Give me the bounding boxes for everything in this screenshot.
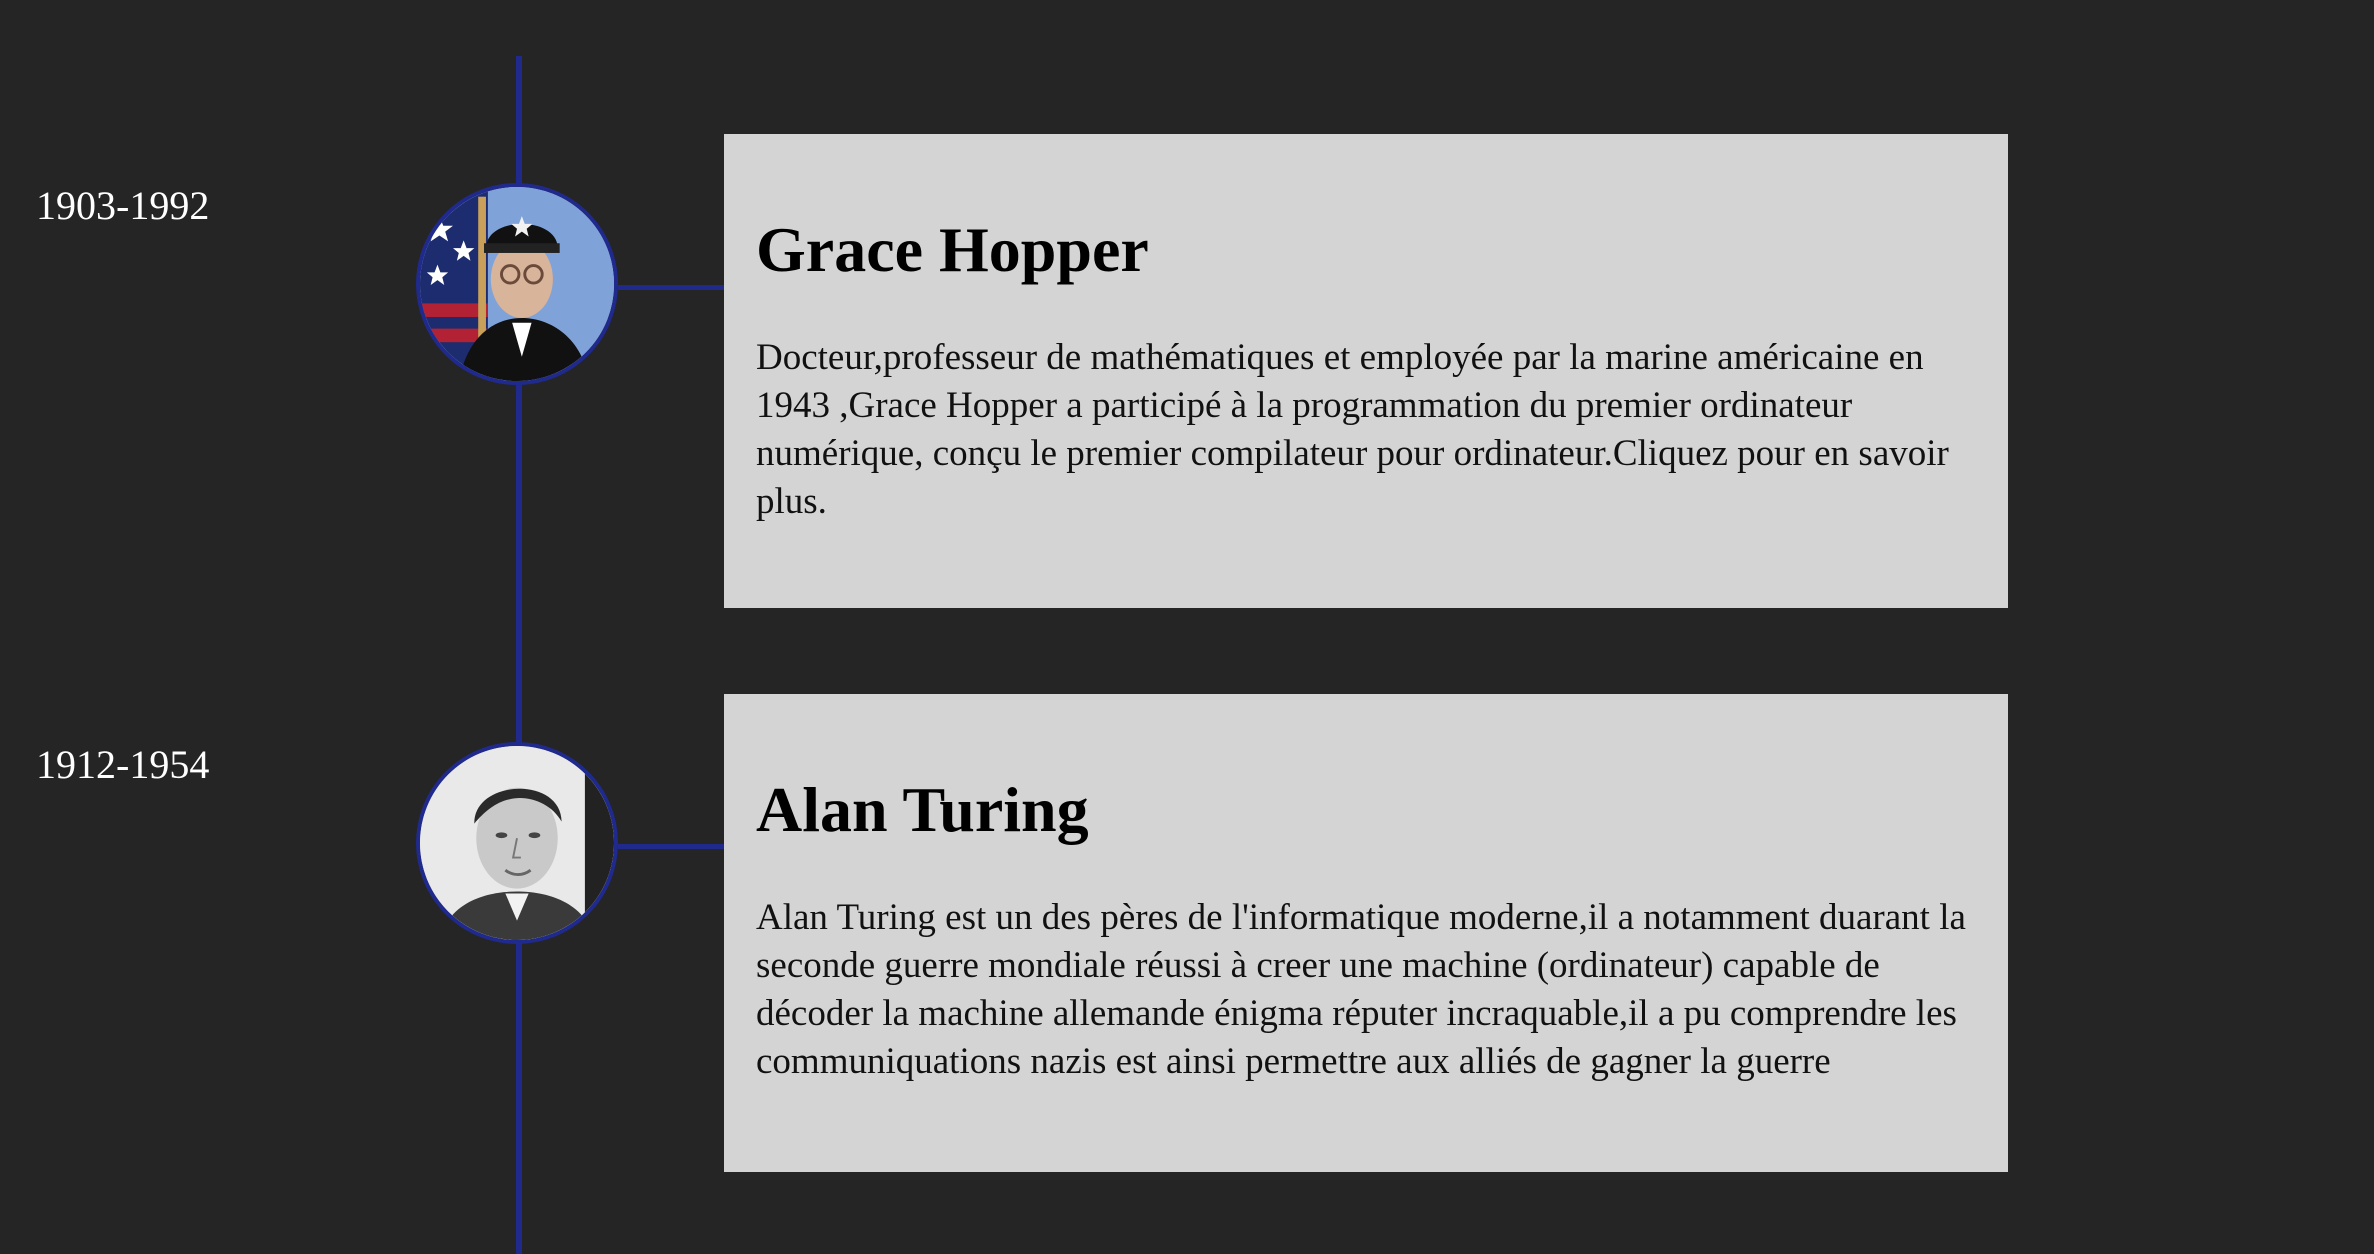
timeline-page: 1903-1992 Grace Hopper Docteur,professeu…	[0, 0, 2374, 1254]
entry-name-heading: Alan Turing	[756, 774, 1089, 845]
grace-hopper-portrait[interactable]	[416, 183, 618, 385]
info-card[interactable]: Grace Hopper Docteur,professeur de mathé…	[724, 134, 2008, 608]
entry-years: 1903-1992	[36, 183, 210, 228]
entry-name-heading: Grace Hopper	[756, 214, 1149, 285]
entry-description: Docteur,professeur de mathématiques et e…	[756, 337, 1949, 522]
alan-turing-portrait-image	[420, 746, 614, 940]
entry-years: 1912-1954	[36, 742, 210, 787]
grace-hopper-portrait-image	[420, 187, 614, 381]
info-card[interactable]: Alan Turing Alan Turing est un des pères…	[724, 694, 2008, 1172]
alan-turing-portrait[interactable]	[416, 742, 618, 944]
entry-description: Alan Turing est un des pères de l'inform…	[756, 897, 1966, 1082]
